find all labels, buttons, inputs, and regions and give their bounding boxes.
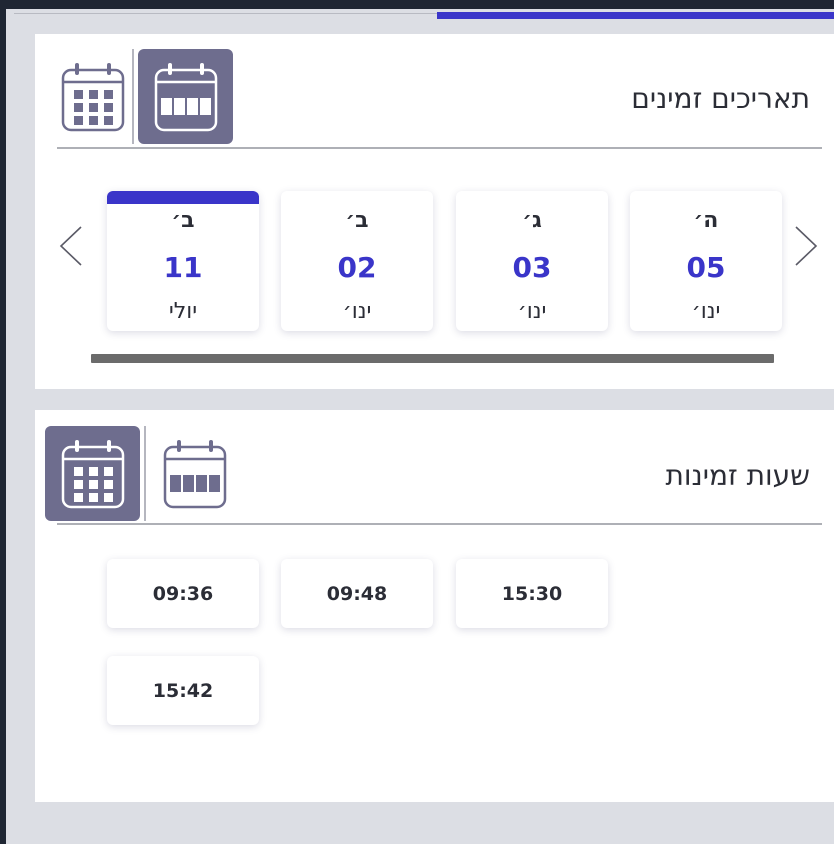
date-weekday: ה׳ <box>693 208 719 233</box>
progress-bar <box>436 12 834 19</box>
date-month: יולי <box>168 299 198 324</box>
dates-scrollbar[interactable] <box>91 354 774 363</box>
date-tile[interactable]: ה׳ 05 ינו׳ <box>630 191 782 331</box>
date-month: ינו׳ <box>517 299 547 324</box>
date-day: 02 <box>337 251 377 284</box>
month-view-button[interactable] <box>58 49 128 144</box>
calendar-grid-icon <box>61 62 125 131</box>
toggle-separator <box>132 49 134 144</box>
available-times-card: שעות זמינות 15:30 09:48 09:36 15:42 <box>35 410 834 802</box>
time-slot-button[interactable]: 09:36 <box>107 559 259 628</box>
available-dates-card: תאריכים זמינים ה׳ 05 ינו׳ ג׳ 03 ינו׳ ב׳ … <box>35 34 834 389</box>
date-day: 11 <box>163 251 203 284</box>
week-view-button[interactable] <box>150 426 240 521</box>
title-divider <box>57 523 822 525</box>
date-weekday: ב׳ <box>171 208 195 233</box>
dates-view-toggle <box>58 49 233 144</box>
time-slot-button[interactable]: 15:30 <box>456 559 608 628</box>
title-divider <box>57 147 822 149</box>
page-frame: תאריכים זמינים ה׳ 05 ינו׳ ג׳ 03 ינו׳ ב׳ … <box>6 9 834 844</box>
date-tile-selected[interactable]: ב׳ 11 יולי <box>107 191 259 331</box>
date-weekday: ג׳ <box>522 208 542 233</box>
calendar-week-icon <box>163 439 227 508</box>
available-dates-title: תאריכים זמינים <box>631 82 810 115</box>
week-view-button[interactable] <box>138 49 233 144</box>
calendar-grid-icon <box>61 439 124 508</box>
date-month: ינו׳ <box>342 299 372 324</box>
date-tile[interactable]: ב׳ 02 ינו׳ <box>281 191 433 331</box>
time-slot-button[interactable]: 15:42 <box>107 656 259 725</box>
calendar-week-icon <box>154 62 217 131</box>
date-month: ינו׳ <box>691 299 721 324</box>
date-tile[interactable]: ג׳ 03 ינו׳ <box>456 191 608 331</box>
available-times-title: שעות זמינות <box>665 459 810 492</box>
time-slot-button[interactable]: 09:48 <box>281 559 433 628</box>
times-view-toggle <box>45 426 240 521</box>
date-day: 05 <box>686 251 726 284</box>
next-dates-button[interactable] <box>792 224 820 268</box>
chevron-right-icon <box>795 226 818 266</box>
chevron-left-icon <box>59 226 82 266</box>
month-view-button[interactable] <box>45 426 140 521</box>
prev-dates-button[interactable] <box>57 224 85 268</box>
toggle-separator <box>144 426 146 521</box>
date-day: 03 <box>512 251 552 284</box>
date-weekday: ב׳ <box>345 208 369 233</box>
